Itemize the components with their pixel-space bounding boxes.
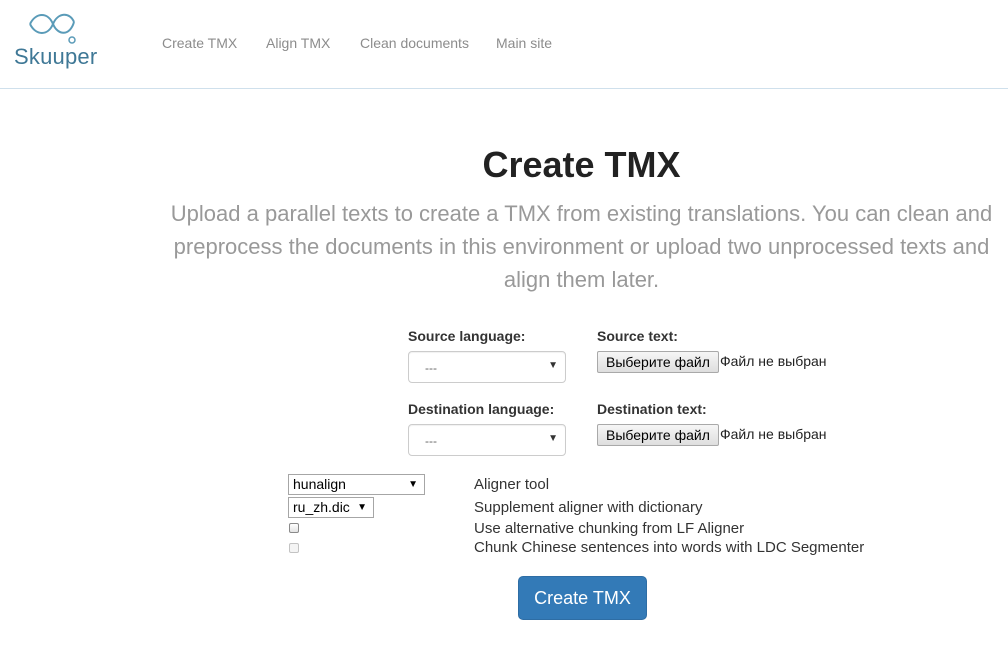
source-text-label: Source text: (597, 328, 678, 344)
page-title: Create TMX (482, 144, 681, 185)
nav-clean-documents[interactable]: Clean documents (360, 35, 469, 51)
source-language-value: --- (425, 361, 437, 375)
chevron-down-icon: ▼ (357, 502, 367, 513)
nav-create-tmx[interactable]: Create TMX (162, 35, 237, 51)
wave-loop-icon (29, 13, 76, 44)
nav-align-tmx[interactable]: Align TMX (266, 35, 330, 51)
top-navbar: Skuuper Create TMX Align TMX Clean docum… (0, 0, 1008, 89)
chevron-down-icon: ▼ (408, 479, 418, 490)
ldc-segmenter-label: Chunk Chinese sentences into words with … (474, 539, 865, 556)
source-language-label: Source language: (408, 328, 526, 344)
ldc-segmenter-checkbox[interactable] (289, 543, 299, 553)
destination-language-select[interactable]: --- ▼ (408, 424, 566, 456)
source-language-select[interactable]: --- ▼ (408, 351, 566, 383)
destination-text-label: Destination text: (597, 401, 707, 417)
aligner-tool-label: Aligner tool (474, 476, 550, 493)
destination-language-value: --- (425, 434, 437, 448)
page-lead: Upload a parallel texts to create a TMX … (170, 201, 993, 292)
nav-main-site[interactable]: Main site (496, 35, 552, 51)
destination-language-label: Destination language: (408, 401, 555, 417)
aligner-tool-value: hunalign (293, 476, 346, 492)
create-tmx-button[interactable]: Create TMX (518, 576, 647, 620)
chevron-down-icon: ▼ (548, 433, 558, 444)
destination-file-button[interactable]: Выберите файл (597, 424, 719, 446)
dictionary-value: ru_zh.dic (293, 499, 350, 515)
brand-name: Skuuper (14, 44, 98, 69)
dictionary-label: Supplement aligner with dictionary (474, 499, 703, 516)
aligner-tool-select[interactable]: hunalign ▼ (288, 474, 425, 495)
source-file-status: Файл не выбран (720, 353, 827, 369)
source-file-button[interactable]: Выберите файл (597, 351, 719, 373)
lf-chunking-checkbox[interactable] (289, 523, 299, 533)
lf-chunking-label: Use alternative chunking from LF Aligner (474, 520, 745, 537)
chevron-down-icon: ▼ (548, 360, 558, 371)
dictionary-select[interactable]: ru_zh.dic ▼ (288, 497, 374, 518)
brand-logo[interactable]: Skuuper (12, 10, 98, 72)
destination-file-status: Файл не выбран (720, 426, 827, 442)
